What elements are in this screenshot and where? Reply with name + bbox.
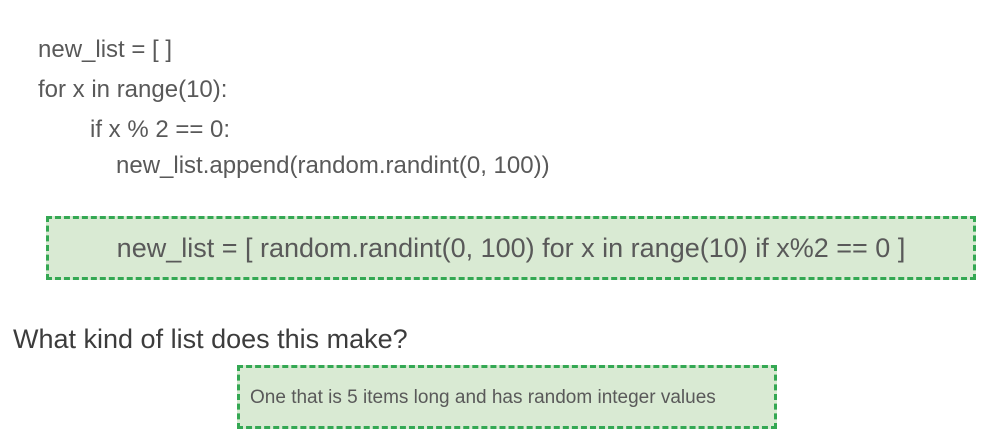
- code-line-init: new_list = [ ]: [38, 36, 173, 63]
- comprehension-text: new_list = [ random.randint(0, 100) for …: [116, 232, 906, 263]
- answer-text: One that is 5 items long and has random …: [250, 387, 716, 408]
- code-line-for: for x in range(10):: [38, 76, 228, 103]
- code-line-append: new_list.append(random.randint(0, 100)): [116, 152, 550, 179]
- question-text: What kind of list does this make?: [13, 324, 408, 354]
- code-line-if: if x % 2 == 0:: [90, 116, 231, 143]
- comprehension-box: new_list = [ random.randint(0, 100) for …: [46, 216, 976, 280]
- answer-box: One that is 5 items long and has random …: [237, 365, 777, 429]
